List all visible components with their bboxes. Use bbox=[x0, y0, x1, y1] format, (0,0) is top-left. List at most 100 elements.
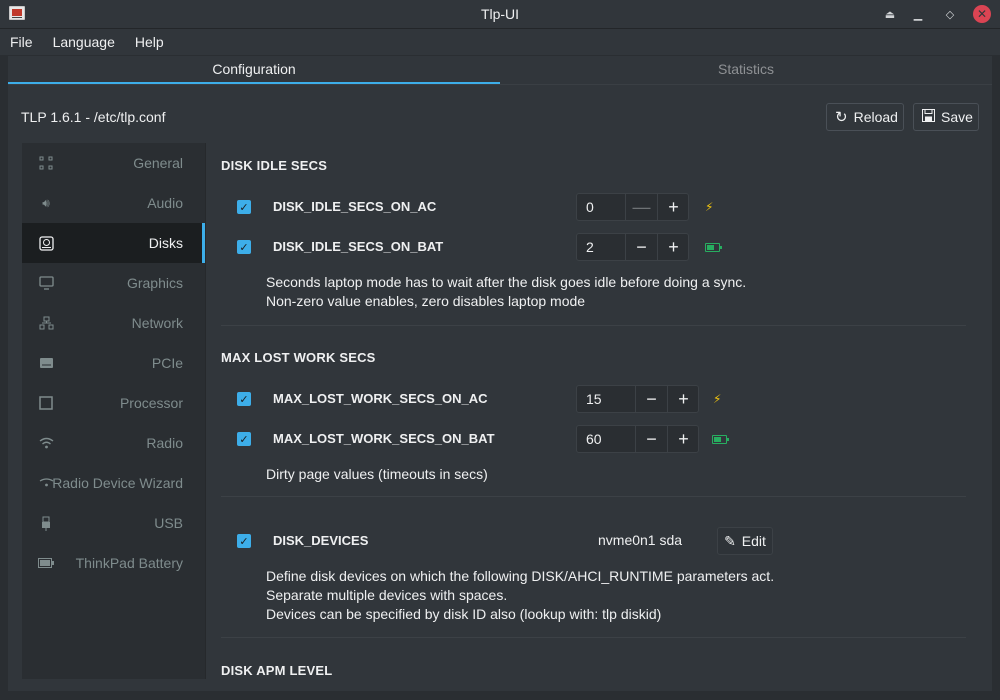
menu-bar: File Language Help bbox=[0, 29, 1000, 55]
speaker-icon: 🔊︎ bbox=[42, 195, 50, 210]
spin-value: 60 bbox=[586, 431, 602, 447]
disks-settings: DISK IDLE SECS ✓ DISK_IDLE_SECS_ON_AC 0 … bbox=[205, 143, 978, 679]
param-name: MAX_LOST_WORK_SECS_ON_AC bbox=[273, 391, 488, 406]
configuration-panel: TLP 1.6.1 - /etc/tlp.conf ↻ Reload Save … bbox=[8, 85, 992, 691]
enable-checkbox[interactable]: ✓ bbox=[237, 240, 251, 254]
sidebar-item-label: ThinkPad Battery bbox=[75, 555, 183, 571]
sidebar-item-graphics[interactable]: Graphics bbox=[22, 263, 205, 303]
section-title-max-lost-work: MAX LOST WORK SECS bbox=[221, 350, 376, 365]
enable-checkbox[interactable]: ✓ bbox=[237, 534, 251, 548]
sidebar-item-radio-device-wizard[interactable]: Radio Device Wizard bbox=[22, 463, 205, 503]
sidebar-item-label: USB bbox=[154, 515, 183, 531]
sidebar-item-label: Disks bbox=[148, 235, 183, 251]
save-button[interactable]: Save bbox=[913, 103, 979, 131]
battery-icon bbox=[38, 555, 54, 571]
restore-icon[interactable]: ◇ bbox=[941, 5, 959, 23]
increment-button[interactable]: + bbox=[667, 386, 699, 412]
sidebar-item-label: General bbox=[133, 155, 183, 171]
description-line: Define disk devices on which the followi… bbox=[266, 568, 775, 584]
disk-icon bbox=[38, 235, 54, 251]
ac-power-icon: ⚡︎ bbox=[705, 200, 714, 214]
ac-power-icon: ⚡︎ bbox=[713, 392, 722, 406]
edit-button[interactable]: ✎ Edit bbox=[717, 527, 773, 555]
description-line: Dirty page values (timeouts in secs) bbox=[266, 466, 488, 482]
window-title: Tlp-UI bbox=[480, 6, 520, 22]
setting-row: ✓ MAX_LOST_WORK_SECS_ON_BAT 60 − + bbox=[206, 423, 978, 455]
param-name: MAX_LOST_WORK_SECS_ON_BAT bbox=[273, 431, 495, 446]
wifi-icon bbox=[38, 435, 54, 451]
sidebar-item-pcie[interactable]: PCIe bbox=[22, 343, 205, 383]
setting-description: Define disk devices on which the followi… bbox=[266, 567, 774, 624]
section-title-disk-idle: DISK IDLE SECS bbox=[221, 158, 328, 173]
chip-icon bbox=[38, 395, 54, 411]
description-line: Non-zero value enables, zero disables la… bbox=[266, 293, 586, 309]
value-spinbox[interactable]: 60 − + bbox=[576, 425, 699, 453]
usb-icon bbox=[38, 515, 54, 531]
decrement-button[interactable]: — bbox=[625, 194, 657, 220]
battery-power-icon bbox=[712, 435, 729, 444]
sidebar-item-general[interactable]: General bbox=[22, 143, 205, 183]
sidebar-item-label: Radio Device Wizard bbox=[52, 475, 183, 491]
description-line: Devices can be specified by disk ID also… bbox=[266, 606, 662, 622]
tab-configuration[interactable]: Configuration bbox=[8, 56, 500, 85]
config-path: TLP 1.6.1 - /etc/tlp.conf bbox=[21, 109, 166, 125]
enable-checkbox[interactable]: ✓ bbox=[237, 200, 251, 214]
sidebar-item-radio[interactable]: Radio bbox=[22, 423, 205, 463]
setting-row: ✓ DISK_DEVICES nvme0n1 sda ✎ Edit bbox=[206, 525, 978, 557]
battery-power-icon bbox=[705, 243, 722, 252]
sidebar-item-label: Audio bbox=[147, 195, 183, 211]
value-spinbox[interactable]: 2 − + bbox=[576, 233, 689, 261]
value-spinbox[interactable]: 15 − + bbox=[576, 385, 699, 413]
enable-checkbox[interactable]: ✓ bbox=[237, 432, 251, 446]
minimize-icon[interactable]: ▁ bbox=[909, 5, 927, 23]
increment-button[interactable]: + bbox=[667, 426, 699, 452]
spin-value: 15 bbox=[586, 391, 602, 407]
decrement-button[interactable]: − bbox=[625, 234, 657, 260]
increment-button[interactable]: + bbox=[657, 194, 689, 220]
enable-checkbox[interactable]: ✓ bbox=[237, 392, 251, 406]
setting-row: ✓ DISK_IDLE_SECS_ON_BAT 2 − + bbox=[206, 231, 978, 263]
menu-language[interactable]: Language bbox=[43, 34, 125, 50]
sidebar-item-label: Processor bbox=[119, 395, 183, 411]
section-divider bbox=[221, 496, 966, 497]
title-bar: Tlp-UI ⏏ ▁ ◇ ✕ bbox=[0, 0, 1000, 29]
setting-description: Dirty page values (timeouts in secs) bbox=[266, 465, 488, 484]
spin-value: 0 bbox=[586, 199, 594, 215]
section-title-disk-apm: DISK APM LEVEL bbox=[221, 663, 333, 678]
save-icon bbox=[922, 108, 935, 126]
pencil-icon: ✎ bbox=[724, 532, 736, 549]
reload-button[interactable]: ↻ Reload bbox=[826, 103, 904, 131]
edit-label: Edit bbox=[741, 533, 766, 549]
sidebar-item-thinkpad-battery[interactable]: ThinkPad Battery bbox=[22, 543, 205, 583]
grid-icon bbox=[38, 155, 54, 171]
sidebar-item-disks[interactable]: Disks bbox=[22, 223, 205, 263]
sidebar-item-label: PCIe bbox=[151, 355, 183, 371]
section-divider bbox=[221, 325, 966, 326]
setting-row: ✓ MAX_LOST_WORK_SECS_ON_AC 15 − + ⚡︎ bbox=[206, 383, 978, 415]
sidebar-item-processor[interactable]: Processor bbox=[22, 383, 205, 423]
menu-file[interactable]: File bbox=[0, 34, 43, 50]
sidebar-item-network[interactable]: Network bbox=[22, 303, 205, 343]
decrement-button[interactable]: − bbox=[635, 426, 667, 452]
sidebar-item-label: Network bbox=[131, 315, 183, 331]
disk-devices-value: nvme0n1 sda bbox=[598, 532, 683, 548]
tab-statistics[interactable]: Statistics bbox=[500, 56, 992, 85]
description-line: Separate multiple devices with spaces. bbox=[266, 587, 508, 603]
param-name: DISK_DEVICES bbox=[273, 533, 369, 548]
decrement-button[interactable]: − bbox=[635, 386, 667, 412]
reload-icon: ↻ bbox=[835, 109, 848, 126]
close-icon[interactable]: ✕ bbox=[973, 5, 991, 23]
increment-button[interactable]: + bbox=[657, 234, 689, 260]
tab-bar: Configuration Statistics bbox=[8, 56, 992, 85]
sidebar-item-label: Radio bbox=[146, 435, 183, 451]
value-spinbox[interactable]: 0 — + bbox=[576, 193, 689, 221]
sidebar-item-audio[interactable]: 🔊︎ Audio bbox=[22, 183, 205, 223]
save-label: Save bbox=[941, 109, 973, 125]
setting-row: ✓ DISK_IDLE_SECS_ON_AC 0 — + ⚡︎ bbox=[206, 191, 978, 223]
description-line: Seconds laptop mode has to wait after th… bbox=[266, 274, 747, 290]
network-icon bbox=[38, 315, 54, 331]
keep-above-icon[interactable]: ⏏ bbox=[881, 5, 899, 23]
sidebar-item-usb[interactable]: USB bbox=[22, 503, 205, 543]
spin-value: 2 bbox=[586, 239, 594, 255]
menu-help[interactable]: Help bbox=[125, 34, 174, 50]
